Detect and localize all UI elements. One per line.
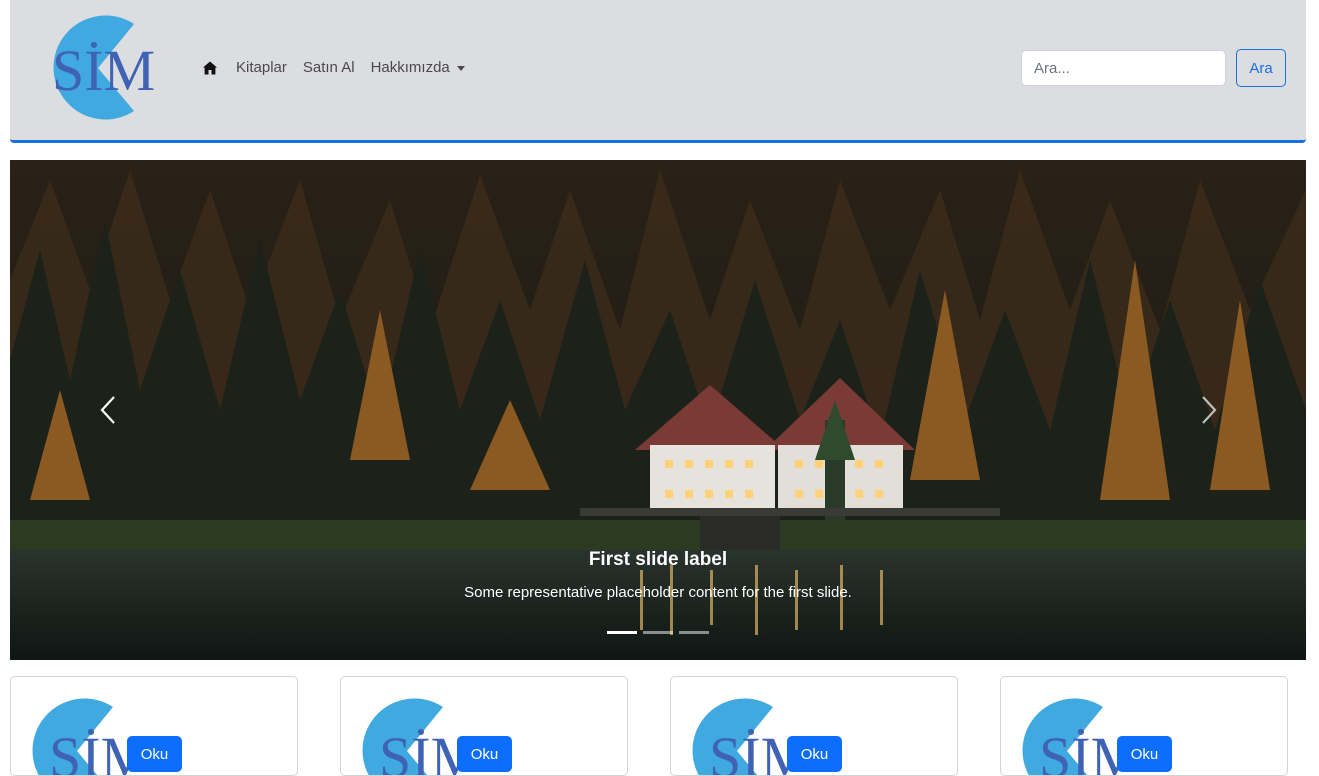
chevron-left-icon [100, 396, 115, 424]
book-card: SİM Oku [670, 676, 958, 776]
carousel-indicator-2[interactable] [643, 631, 673, 634]
book-card: SİM Oku [10, 676, 298, 776]
carousel-indicators [607, 631, 715, 634]
nav-item-kitaplar[interactable]: Kitaplar [236, 58, 287, 78]
brand-logo[interactable]: SİM [30, 8, 182, 128]
nav-item-satin-al[interactable]: Satın Al [303, 58, 355, 78]
search-button[interactable]: Ara [1236, 49, 1286, 87]
read-button[interactable]: Oku [1117, 736, 1172, 772]
chevron-right-icon [1201, 396, 1216, 424]
nav-item-hakkimizda-label: Hakkımızda [370, 59, 450, 76]
carousel-indicator-3[interactable] [679, 631, 709, 634]
home-icon[interactable] [202, 59, 220, 77]
caret-down-icon [456, 65, 465, 71]
read-button[interactable]: Oku [127, 736, 182, 772]
book-card: SİM Oku [340, 676, 628, 776]
search-input[interactable] [1021, 50, 1226, 86]
svg-text:SİM: SİM [379, 725, 465, 776]
nav-item-hakkimizda-dropdown[interactable]: Hakkımızda [371, 58, 465, 78]
nav-links: Kitaplar Satın Al Hakkımızda [202, 58, 481, 78]
carousel-indicator-1[interactable] [607, 631, 637, 634]
svg-text:SİM: SİM [709, 725, 795, 776]
slide-caption-text: Some representative placeholder content … [464, 584, 852, 601]
svg-text:SİM: SİM [1039, 725, 1125, 776]
book-card: SİM Oku [1000, 676, 1288, 776]
hero-carousel: First slide label Some representative pl… [10, 160, 1306, 660]
read-button[interactable]: Oku [787, 736, 842, 772]
read-button[interactable]: Oku [457, 736, 512, 772]
logo-text: SİM [52, 38, 155, 103]
slide-caption-title: First slide label [588, 549, 728, 570]
navbar: SİM Kitaplar Satın Al Hakkımızda Ara [10, 0, 1306, 143]
svg-text:SİM: SİM [49, 725, 135, 776]
